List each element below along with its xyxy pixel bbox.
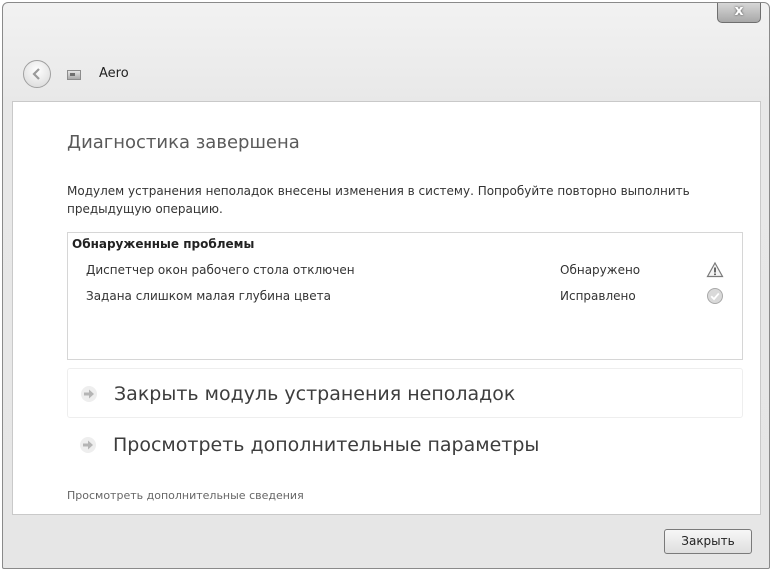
window-close-button[interactable]: x	[717, 3, 761, 23]
close-button[interactable]: Закрыть	[664, 529, 752, 554]
close-troubleshooter-link[interactable]: Закрыть модуль устранения неполадок	[67, 368, 743, 418]
action-label: Закрыть модуль устранения неполадок	[114, 383, 516, 405]
warning-icon	[706, 261, 724, 278]
window-title: Aero	[99, 66, 129, 81]
problem-name: Задана слишком малая глубина цвета	[86, 289, 331, 303]
back-button[interactable]	[23, 60, 51, 88]
check-icon	[707, 288, 723, 304]
back-arrow-icon	[32, 68, 40, 80]
problem-status: Обнаружено	[560, 263, 641, 277]
problem-row[interactable]: Задана слишком малая глубина цвета Испра…	[86, 287, 734, 307]
troubleshooter-window: x Aero Диагностика завершена Модулем уст…	[2, 2, 770, 569]
problem-name: Диспетчер окон рабочего стола отключен	[86, 263, 355, 277]
close-icon: x	[734, 3, 744, 19]
action-label: Просмотреть дополнительные параметры	[113, 434, 540, 456]
problems-list: Обнаруженные проблемы Диспетчер окон раб…	[67, 232, 743, 360]
page-heading: Диагностика завершена	[67, 132, 300, 153]
description-text: Модулем устранения неполадок внесены изм…	[67, 184, 690, 216]
view-options-link[interactable]: Просмотреть дополнительные параметры	[67, 420, 743, 470]
problem-status: Исправлено	[560, 289, 636, 303]
arrow-right-icon	[80, 437, 96, 453]
problem-row[interactable]: Диспетчер окон рабочего стола отключен О…	[86, 261, 734, 281]
content-panel: Диагностика завершена Модулем устранения…	[12, 101, 761, 515]
more-info-link[interactable]: Просмотреть дополнительные сведения	[67, 489, 304, 502]
app-icon	[67, 70, 81, 80]
problems-title: Обнаруженные проблемы	[72, 237, 255, 251]
arrow-right-icon	[81, 386, 97, 402]
